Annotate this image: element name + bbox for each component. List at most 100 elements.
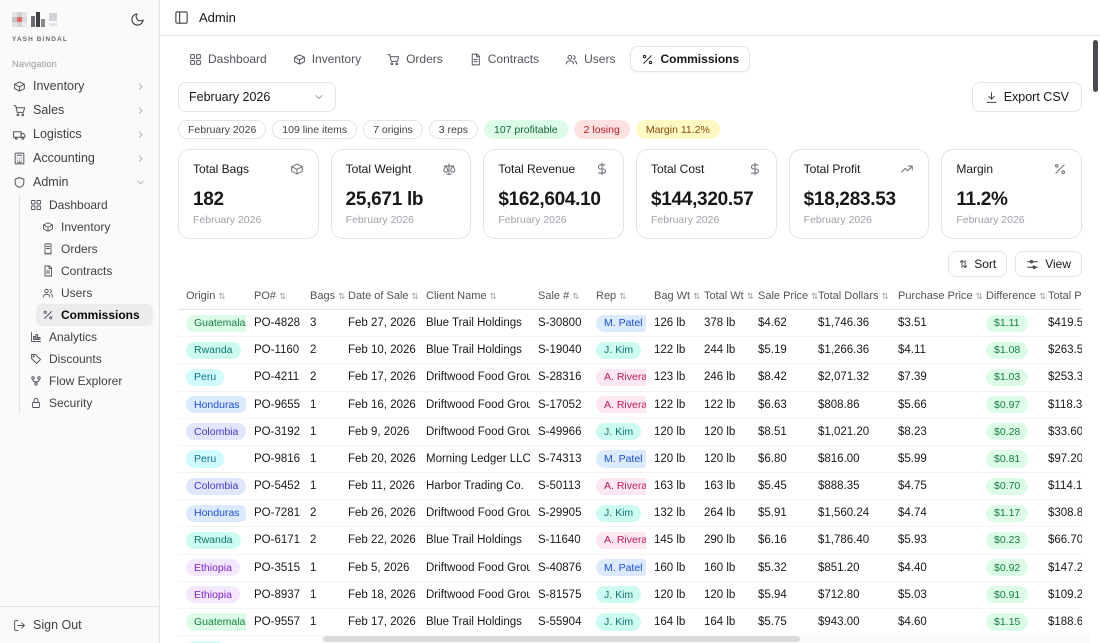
cell-bag_wt: 132 lb	[646, 499, 696, 528]
sign-out-button[interactable]: Sign Out	[6, 613, 153, 637]
column-header-rep[interactable]: Rep ⇅	[588, 283, 646, 310]
stat-card-title: Total Bags	[193, 162, 250, 176]
difference-badge: $0.91	[986, 586, 1029, 604]
percent-icon	[43, 310, 53, 320]
sidebar-item-dashboard[interactable]: Dashboard	[24, 194, 153, 216]
stat-card-title: Margin	[956, 162, 994, 176]
summary-badge-107-profitable: 107 profitable	[483, 120, 568, 139]
cell-total_profit: $97.20	[1040, 445, 1082, 474]
cell-purchase_price: $4.75	[890, 472, 978, 501]
sort-button-label: Sort	[974, 257, 997, 271]
column-header-total-wt[interactable]: Total Wt ⇅	[696, 283, 754, 310]
sidebar-item-commissions[interactable]: Commissions	[36, 304, 153, 326]
cell-total_wt: 164 lb	[696, 608, 750, 637]
sidebar-item-flow-explorer[interactable]: Flow Explorer	[24, 370, 153, 392]
cell-bag_wt: 123 lb	[646, 363, 696, 392]
sidebar-item-inventory[interactable]: Inventory	[36, 216, 153, 238]
column-header-difference[interactable]: Difference ⇅	[978, 283, 1046, 310]
cell-origin: Ethiopia	[178, 581, 246, 609]
cell-total_profit: $33.60	[1040, 418, 1082, 446]
chevron-right-icon	[138, 154, 143, 162]
origin-badge: Rwanda	[186, 531, 241, 550]
horizontal-scrollbar[interactable]	[321, 635, 1090, 643]
table-row: Honduras PO-7281 2 Feb 26, 2026 Driftwood Fo…	[178, 499, 1082, 528]
sort-button[interactable]: ⇅ Sort	[947, 251, 1008, 277]
sidebar-item-contracts[interactable]: Contracts	[36, 260, 153, 282]
sidebar-item-discounts[interactable]: Discounts	[24, 348, 153, 370]
cell-origin: Peru	[178, 635, 246, 643]
sidebar-item-security[interactable]: Security	[24, 392, 153, 414]
view-button[interactable]: View	[1015, 251, 1082, 277]
cell-sale_no: S-28316	[530, 363, 588, 392]
sidebar-item-sales[interactable]: Sales	[6, 98, 153, 122]
panel-left-icon	[175, 11, 188, 24]
cell-sale_no: S-55904	[530, 608, 588, 637]
cell-purchase_price: $4.74	[890, 499, 978, 528]
file-icon	[44, 265, 52, 277]
sidebar-item-admin[interactable]: Admin	[6, 170, 153, 194]
export-csv-button[interactable]: Export CSV	[971, 82, 1082, 112]
column-header-bag-wt[interactable]: Bag Wt ⇅	[646, 283, 700, 310]
sidebar-item-inventory[interactable]: Inventory	[6, 74, 153, 98]
cell-bags: 1	[302, 472, 340, 501]
stat-card-margin: Margin 11.2% February 2026	[941, 149, 1082, 239]
cell-bag_wt: 120 lb	[646, 418, 696, 446]
dollar-icon	[597, 162, 607, 176]
cell-purchase_price: $4.11	[890, 336, 978, 365]
sidebar-toggle-button[interactable]	[174, 10, 189, 25]
cell-date: Feb 26, 2026	[340, 499, 418, 528]
tab-commissions[interactable]: Commissions	[630, 46, 751, 72]
chevron-right-icon	[138, 130, 143, 138]
vertical-scrollbar[interactable]	[1092, 38, 1099, 631]
cell-sale_no: S-11640	[530, 526, 588, 555]
cell-bag_wt: 126 lb	[646, 309, 696, 338]
box-icon	[290, 163, 303, 175]
brand: YASH BINDAL	[12, 10, 68, 43]
sidebar-item-users[interactable]: Users	[36, 282, 153, 304]
truck-icon	[13, 130, 26, 140]
tab-contracts[interactable]: Contracts	[458, 46, 550, 72]
cell-sale_no: S-40876	[530, 554, 588, 582]
column-header-total-dollars[interactable]: Total Dollars ⇅	[810, 283, 890, 310]
column-header-sale-price[interactable]: Sale Price ⇅	[750, 283, 818, 310]
tab-inventory[interactable]: Inventory	[282, 46, 372, 72]
cell-client: Driftwood Food Group	[418, 499, 530, 528]
period-select[interactable]: February 2026	[178, 82, 336, 112]
cell-rep: A. Rivera	[588, 391, 646, 419]
column-sort-icon: ⇅	[411, 291, 419, 301]
cell-total_wt: 160 lb	[696, 554, 750, 582]
stat-card-total-weight: Total Weight 25,671 lb February 2026	[330, 149, 472, 239]
cell-po: PO-5452	[246, 472, 302, 501]
cell-sale_price: $4.62	[750, 309, 810, 338]
column-header-date-of-sale[interactable]: Date of Sale ⇅	[340, 283, 419, 310]
cell-total_profit: $147.20	[1040, 554, 1082, 582]
sidebar-item-accounting[interactable]: Accounting	[6, 146, 153, 170]
cell-total_profit: $188.60	[1040, 608, 1082, 637]
tab-dashboard[interactable]: Dashboard	[178, 46, 278, 72]
horizontal-scrollbar-thumb[interactable]	[323, 636, 800, 642]
column-header-client-name[interactable]: Client Name ⇅	[418, 283, 530, 310]
sidebar-item-label: Orders	[61, 242, 98, 256]
tab-orders[interactable]: Orders	[376, 46, 454, 72]
sidebar-item-orders[interactable]: Orders	[36, 238, 153, 260]
difference-badge: $1.17	[986, 504, 1029, 522]
sidebar-item-logistics[interactable]: Logistics	[6, 122, 153, 146]
cell-total_profit: $308.88	[1040, 499, 1082, 528]
cell-total_wt: 246 lb	[696, 363, 750, 392]
column-header-origin[interactable]: Origin ⇅	[178, 283, 246, 310]
theme-toggle-button[interactable]	[128, 10, 147, 32]
cell-total_dollars: $943.00	[810, 608, 890, 637]
cell-purchase_price: $5.99	[890, 445, 978, 474]
rep-badge: M. Patel	[596, 314, 646, 332]
cell-rep: J. Kim	[588, 608, 646, 637]
column-header-po-[interactable]: PO# ⇅	[246, 283, 302, 310]
tab-users[interactable]: Users	[554, 46, 626, 72]
sidebar-item-analytics[interactable]: Analytics	[24, 326, 153, 348]
column-header-sale-[interactable]: Sale # ⇅	[530, 283, 588, 310]
cell-date: Feb 11, 2026	[340, 472, 418, 501]
vertical-scrollbar-thumb[interactable]	[1093, 40, 1098, 92]
column-header-purchase-price[interactable]: Purchase Price ⇅	[890, 283, 983, 310]
column-header-total-profit[interactable]: Total Profit⇅	[1040, 283, 1082, 310]
stat-card-total-profit: Total Profit $18,283.53 February 2026	[788, 149, 930, 239]
column-header-bags[interactable]: Bags ⇅	[302, 283, 345, 310]
